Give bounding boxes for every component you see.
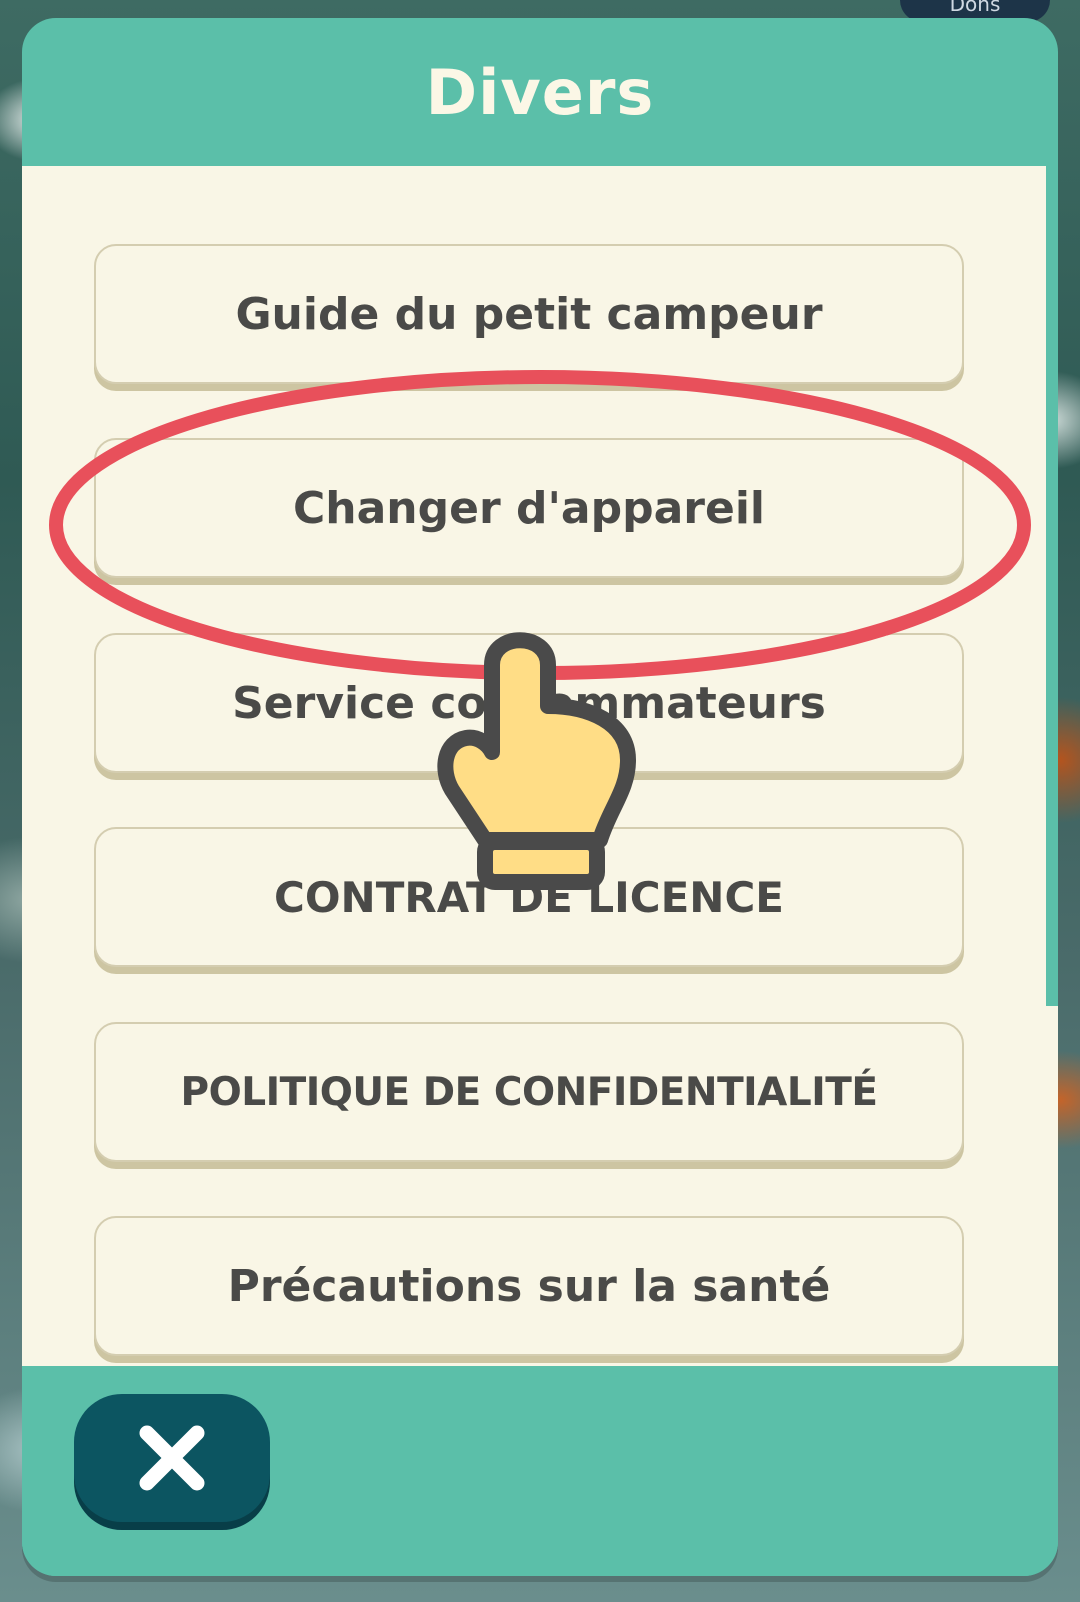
license-agreement-button[interactable]: CONTRAT DE LICENCE xyxy=(94,827,964,967)
app-screen: Dons Divers Guide du petit campeur Chang… xyxy=(0,0,1080,1602)
change-device-button[interactable]: Changer d'appareil xyxy=(94,438,964,578)
customer-service-button[interactable]: Service consommateurs xyxy=(94,633,964,773)
privacy-policy-button[interactable]: POLITIQUE DE CONFIDENTIALITÉ xyxy=(94,1022,964,1162)
guide-button[interactable]: Guide du petit campeur xyxy=(94,244,964,384)
close-button[interactable] xyxy=(74,1394,270,1522)
dialog-footer xyxy=(22,1366,1058,1576)
scrollbar-thumb[interactable] xyxy=(1046,166,1058,1006)
dialog-title: Divers xyxy=(425,55,655,129)
customer-service-button-label: Service consommateurs xyxy=(232,677,826,729)
close-icon xyxy=(139,1425,205,1491)
privacy-policy-button-label: POLITIQUE DE CONFIDENTIALITÉ xyxy=(180,1069,878,1115)
dialog-header: Divers xyxy=(22,18,1058,166)
misc-dialog: Divers Guide du petit campeur Changer d'… xyxy=(22,18,1058,1576)
guide-button-label: Guide du petit campeur xyxy=(235,288,823,340)
menu-list[interactable]: Guide du petit campeur Changer d'apparei… xyxy=(22,166,1058,1366)
health-precautions-button-label: Précautions sur la santé xyxy=(227,1260,831,1312)
scrollbar-track[interactable] xyxy=(1044,166,1058,1366)
change-device-button-label: Changer d'appareil xyxy=(292,482,766,534)
health-precautions-button[interactable]: Précautions sur la santé xyxy=(94,1216,964,1356)
license-agreement-button-label: CONTRAT DE LICENCE xyxy=(274,872,784,922)
